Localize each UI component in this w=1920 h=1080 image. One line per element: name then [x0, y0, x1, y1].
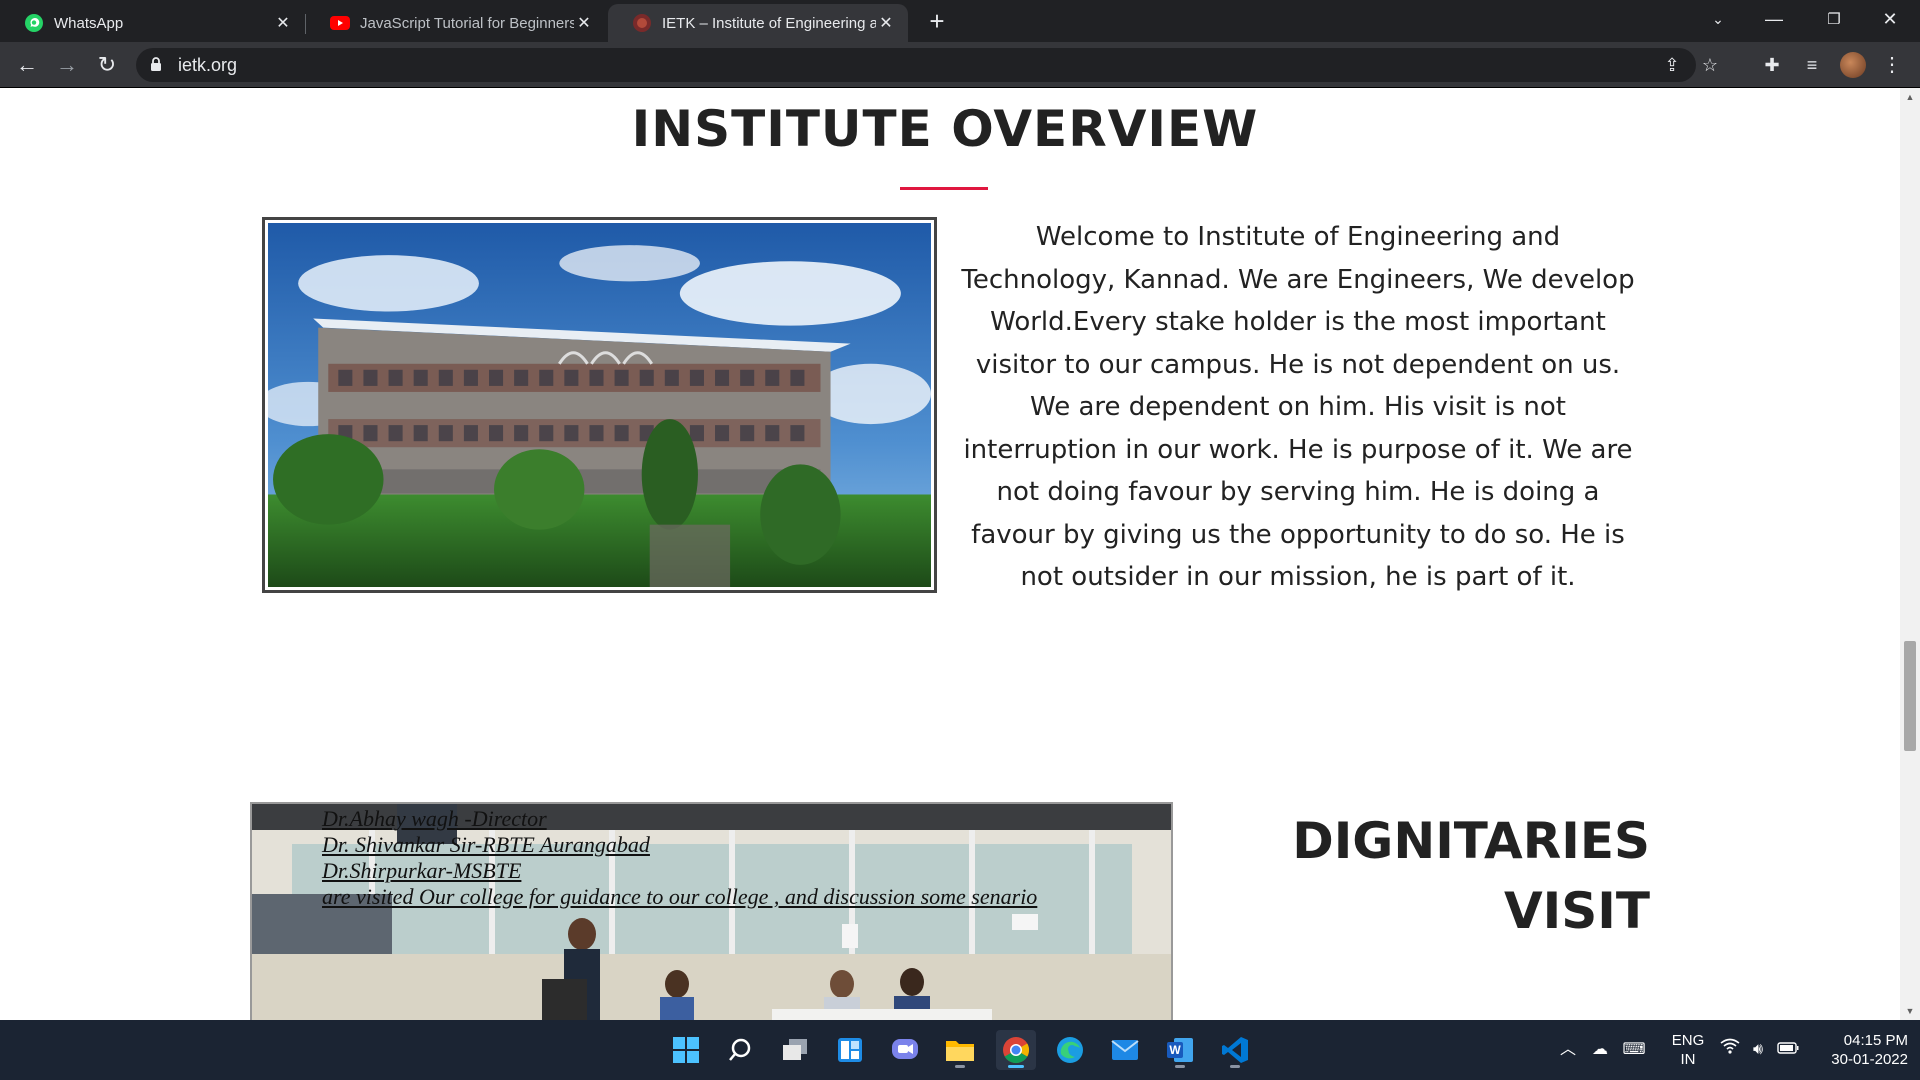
minimize-button[interactable]: —: [1746, 0, 1802, 38]
word-icon: W: [1167, 1038, 1193, 1062]
start-button[interactable]: [666, 1030, 706, 1070]
dignitaries-visit-heading: DIGNITARIES VISIT: [1200, 806, 1650, 946]
mail-icon: [1111, 1040, 1139, 1060]
onedrive-cloud-icon[interactable]: ☁: [1588, 1038, 1612, 1062]
welcome-paragraph: Welcome to Institute of Engineering and …: [961, 222, 1635, 592]
visit-caption-line: Dr. Shivankar Sir-RBTE Aurangabad: [322, 832, 650, 857]
bookmark-star-icon[interactable]: ☆: [1698, 53, 1722, 77]
visit-caption: Dr.Abhay wagh -Director Dr. Shivankar Si…: [322, 806, 1037, 910]
close-window-button[interactable]: ✕: [1862, 0, 1918, 38]
tab-search-chevron-icon[interactable]: ⌄: [1690, 0, 1746, 38]
tab-title: IETK – Institute of Engineering an: [662, 14, 876, 32]
chat-button[interactable]: [885, 1030, 925, 1070]
forward-button[interactable]: →: [52, 50, 82, 80]
svg-text:W: W: [1169, 1043, 1181, 1057]
system-clock[interactable]: 04:15 PM 30-01-2022: [1812, 1031, 1908, 1069]
close-tab-icon[interactable]: ✕: [273, 13, 293, 33]
tab-ietk[interactable]: IETK – Institute of Engineering an ✕: [608, 4, 908, 42]
dignitaries-visit-photo: Dr.Abhay wagh -Director Dr. Shivankar Si…: [250, 802, 1173, 1020]
tab-javascript-tutorial[interactable]: JavaScript Tutorial for Beginners: ✕: [306, 4, 606, 42]
visit-caption-line: are visited Our college for guidance to …: [322, 884, 1038, 909]
clock-time: 04:15 PM: [1843, 1032, 1908, 1049]
keyboard-icon[interactable]: ⌨: [1622, 1038, 1646, 1062]
tab-title: JavaScript Tutorial for Beginners:: [360, 14, 574, 32]
teams-chat-icon: [892, 1039, 918, 1059]
extensions-puzzle-icon[interactable]: ✚: [1758, 51, 1786, 79]
reload-button[interactable]: ↻: [92, 50, 122, 80]
media-control-icon[interactable]: ≡: [1798, 51, 1826, 79]
dignitaries-heading-line2: VISIT: [1503, 882, 1650, 940]
word-button[interactable]: W: [1160, 1030, 1200, 1070]
lock-icon: [150, 57, 162, 71]
chrome-button[interactable]: [996, 1030, 1036, 1070]
folder-icon: [946, 1041, 974, 1061]
dignitaries-heading-line1: DIGNITARIES: [1292, 812, 1650, 870]
whatsapp-icon: [24, 13, 44, 33]
close-tab-icon[interactable]: ✕: [876, 13, 896, 33]
mail-button[interactable]: [1105, 1030, 1145, 1070]
new-tab-button[interactable]: +: [922, 6, 952, 36]
running-indicator: [1230, 1065, 1240, 1068]
close-tab-icon[interactable]: ✕: [574, 13, 594, 33]
vscode-icon: [1222, 1037, 1248, 1063]
tab-strip: WhatsApp ✕ JavaScript Tutorial for Begin…: [0, 0, 1920, 42]
chrome-icon: [1003, 1037, 1030, 1064]
tab-title: WhatsApp: [54, 14, 124, 32]
scroll-up-arrow-icon[interactable]: ▲: [1905, 92, 1915, 102]
show-hidden-icons-chevron-icon[interactable]: ︿: [1556, 1038, 1580, 1062]
restore-button[interactable]: ❐: [1806, 0, 1862, 38]
scroll-down-arrow-icon[interactable]: ▼: [1905, 1006, 1915, 1016]
profile-avatar[interactable]: [1840, 52, 1866, 78]
task-view-button[interactable]: [775, 1030, 815, 1070]
windows-logo-icon: [673, 1037, 699, 1063]
youtube-icon: [330, 13, 350, 33]
widgets-button[interactable]: [830, 1030, 870, 1070]
running-indicator: [1008, 1065, 1024, 1068]
file-explorer-button[interactable]: [940, 1030, 980, 1070]
running-indicator: [1175, 1065, 1185, 1068]
scrollbar-thumb[interactable]: [1904, 641, 1916, 751]
ietk-favicon-icon: [632, 13, 652, 33]
institute-overview-heading: INSTITUTE OVERVIEW: [631, 100, 1259, 158]
share-icon[interactable]: ⇪: [1660, 53, 1684, 77]
task-view-icon: [783, 1039, 807, 1060]
browser-menu-icon[interactable]: ⋮: [1878, 51, 1906, 79]
visit-caption-line: Dr.Abhay wagh -Director: [322, 806, 547, 831]
heading-underline: [900, 187, 988, 190]
windows-taskbar: W ︿ ☁ ⌨ ENG IN 🔊︎ 04:15 PM 30-01-2022: [0, 1020, 1920, 1080]
running-indicator: [955, 1065, 965, 1068]
clock-date: 30-01-2022: [1831, 1051, 1908, 1068]
visit-caption-line: Dr.Shirpurkar-MSBTE: [322, 858, 522, 883]
language-code: ENG: [1671, 1032, 1705, 1049]
search-button[interactable]: [720, 1030, 760, 1070]
region-code: IN: [1680, 1051, 1696, 1068]
page-scrollbar[interactable]: ▲ ▼: [1900, 88, 1920, 1020]
vscode-button[interactable]: [1215, 1030, 1255, 1070]
address-bar[interactable]: ietk.org ⇪ ☆: [136, 48, 1718, 82]
back-button[interactable]: ←: [12, 50, 42, 80]
widgets-icon: [838, 1038, 862, 1062]
volume-icon[interactable]: 🔊︎: [1746, 1038, 1770, 1062]
tab-whatsapp[interactable]: WhatsApp ✕: [0, 4, 305, 42]
wifi-icon[interactable]: [1718, 1038, 1742, 1062]
browser-toolbar: ← → ↻ ietk.org ⇪ ☆ ✚ ≡ ⋮: [0, 42, 1920, 88]
url-text: ietk.org: [178, 55, 238, 75]
language-indicator[interactable]: ENG IN: [1668, 1031, 1708, 1069]
campus-building-photo: [262, 217, 937, 593]
search-icon: [729, 1038, 751, 1061]
page-viewport: INSTITUTE OVERVIEW Welcome to Institute …: [0, 88, 1920, 1020]
edge-icon: [1057, 1037, 1083, 1063]
edge-button[interactable]: [1050, 1030, 1090, 1070]
battery-icon[interactable]: [1776, 1038, 1800, 1062]
